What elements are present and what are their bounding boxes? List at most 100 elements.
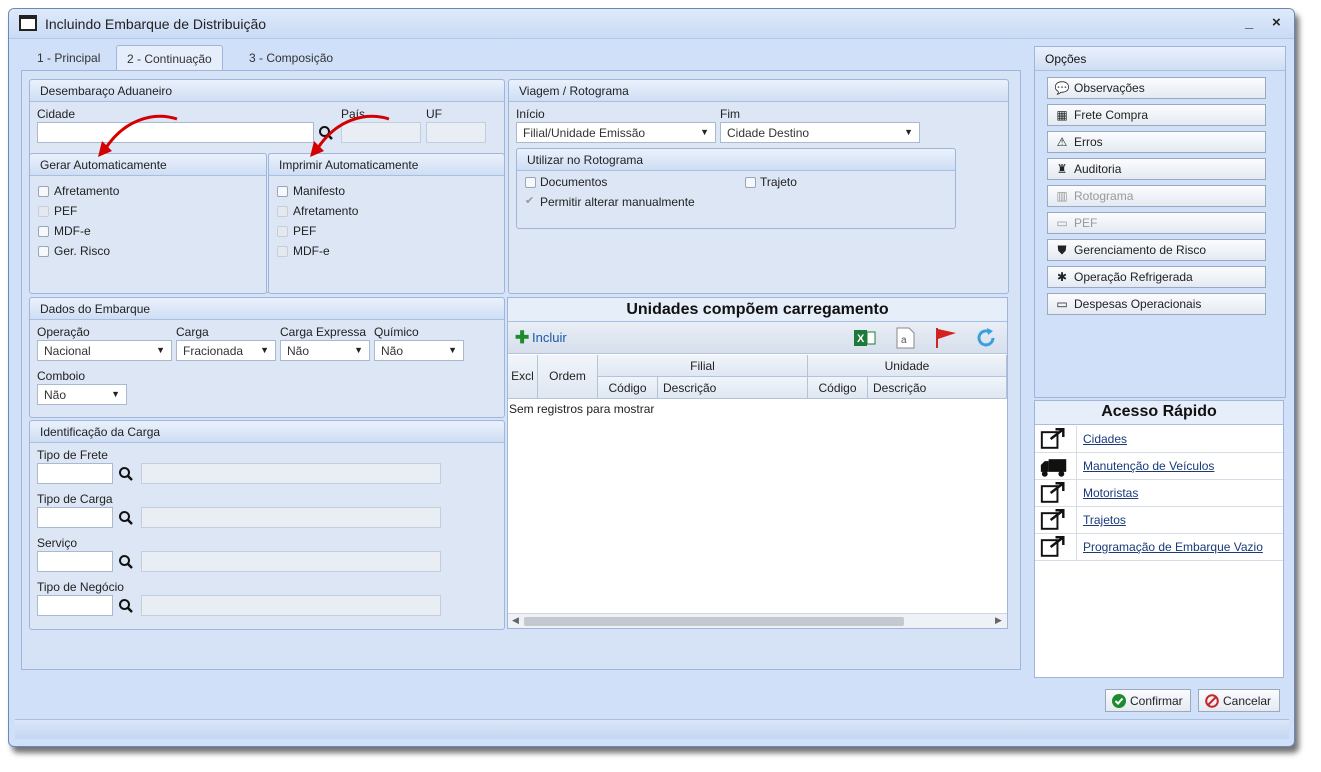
servico-input[interactable] <box>37 551 113 572</box>
col-filial-codigo[interactable]: Código <box>598 377 658 399</box>
fim-value: Cidade Destino <box>727 126 810 140</box>
carga-expressa-select[interactable]: Não ▼ <box>280 340 370 361</box>
search-icon[interactable] <box>118 466 134 482</box>
gerenciamento-risco-label: Gerenciamento de Risco <box>1074 243 1207 257</box>
operacao-refrigerada-label: Operação Refrigerada <box>1074 270 1193 284</box>
imp-mdfe-label: MDF-e <box>293 244 330 258</box>
afretamento-label: Afretamento <box>54 184 120 198</box>
tab-composicao[interactable]: 3 - Composição <box>239 45 343 71</box>
money-icon: ▭ <box>1056 297 1068 311</box>
external-link-icon <box>1040 534 1077 561</box>
quimico-select[interactable]: Não ▼ <box>374 340 464 361</box>
documentos-checkbox[interactable] <box>525 177 536 188</box>
pef-label: PEF <box>54 204 78 218</box>
ger-risco-checkbox[interactable] <box>38 246 49 257</box>
opcoes-title: Opções <box>1035 47 1285 71</box>
scrollbar-thumb[interactable] <box>524 617 904 626</box>
observacoes-button[interactable]: 💬 Observações <box>1047 77 1266 99</box>
imp-pef-checkbox <box>277 226 288 237</box>
motoristas-link[interactable]: Motoristas <box>1083 486 1138 500</box>
refresh-icon[interactable] <box>975 327 997 349</box>
trajeto-label: Trajeto <box>760 175 797 189</box>
pef-button[interactable]: ▭ PEF <box>1047 212 1266 234</box>
despesas-operacionais-button[interactable]: ▭ Despesas Operacionais <box>1047 293 1266 315</box>
rotograma-label: Rotograma <box>1074 189 1134 203</box>
quimico-label: Químico <box>374 325 419 339</box>
incluir-button[interactable]: Incluir <box>532 330 567 345</box>
imp-afretamento-label: Afretamento <box>293 204 359 218</box>
acesso-item[interactable]: Programação de Embarque Vazio <box>1035 534 1283 561</box>
flag-icon[interactable] <box>934 327 958 349</box>
gerenciamento-risco-button[interactable]: ⛊ Gerenciamento de Risco <box>1047 239 1266 261</box>
comboio-value: Não <box>44 388 67 402</box>
tipo-negocio-input[interactable] <box>37 595 113 616</box>
unidades-grid: Unidades compõem carregamento ✚ Incluir … <box>507 297 1008 629</box>
operacao-select[interactable]: Nacional ▼ <box>37 340 172 361</box>
acesso-item[interactable]: Trajetos <box>1035 507 1283 534</box>
inicio-select[interactable]: Filial/Unidade Emissão ▼ <box>516 122 716 143</box>
col-unidade-codigo[interactable]: Código <box>808 377 868 399</box>
confirmar-button[interactable]: Confirmar <box>1105 689 1191 712</box>
close-button[interactable]: × <box>1272 14 1281 31</box>
cancelar-button[interactable]: Cancelar <box>1198 689 1280 712</box>
erros-button[interactable]: ⚠ Erros <box>1047 131 1266 153</box>
horizontal-scrollbar[interactable]: ◀ ▶ <box>508 613 1007 628</box>
warning-icon: ⚠ <box>1056 135 1068 149</box>
viagem-title: Viagem / Rotograma <box>509 80 1008 102</box>
imprimir-panel: Imprimir Automaticamente Manifesto Afret… <box>268 153 505 294</box>
excel-icon[interactable]: X <box>854 328 876 348</box>
gerar-panel: Gerar Automaticamente Afretamento PEF MD… <box>29 153 267 294</box>
cidade-label: Cidade <box>37 107 76 121</box>
snowflake-icon: ✱ <box>1056 270 1068 284</box>
scroll-right-icon[interactable]: ▶ <box>995 615 1002 626</box>
chevron-down-icon: ▼ <box>156 345 165 355</box>
acesso-item[interactable]: Cidades <box>1035 426 1283 453</box>
comboio-select[interactable]: Não ▼ <box>37 384 127 405</box>
operacao-value: Nacional <box>44 344 91 358</box>
auditoria-label: Auditoria <box>1074 162 1122 176</box>
tab-principal[interactable]: 1 - Principal <box>27 45 110 71</box>
imp-afretamento-checkbox <box>277 206 288 217</box>
search-icon[interactable] <box>118 598 134 614</box>
window-title: Incluindo Embarque de Distribuição <box>45 16 267 32</box>
chevron-down-icon: ▼ <box>904 127 913 137</box>
trajetos-link[interactable]: Trajetos <box>1083 513 1126 527</box>
identificacao-title: Identificação da Carga <box>30 421 504 443</box>
col-unidade-descricao[interactable]: Descrição <box>868 377 1007 399</box>
manifesto-checkbox[interactable] <box>277 186 288 197</box>
acesso-item[interactable]: Motoristas <box>1035 480 1283 507</box>
search-icon[interactable] <box>118 510 134 526</box>
tipo-frete-label: Tipo de Frete <box>37 448 108 462</box>
dados-panel: Dados do Embarque Operação Nacional ▼ Car… <box>29 297 505 418</box>
col-filial-descricao[interactable]: Descrição <box>658 377 808 399</box>
col-ordem[interactable]: Ordem <box>538 355 598 399</box>
col-excl[interactable]: Excl <box>508 355 538 399</box>
annotation-arrow-icon <box>98 114 178 157</box>
search-icon[interactable] <box>118 554 134 570</box>
comment-icon: 💬 <box>1054 81 1070 95</box>
programacao-embarque-vazio-link[interactable]: Programação de Embarque Vazio <box>1083 540 1263 554</box>
tipo-carga-input[interactable] <box>37 507 113 528</box>
minimize-button[interactable]: _ <box>1245 14 1253 31</box>
manifesto-label: Manifesto <box>293 184 346 198</box>
viagem-panel: Viagem / Rotograma Início Filial/Unidade… <box>508 79 1009 294</box>
auditoria-button[interactable]: ♜ Auditoria <box>1047 158 1266 180</box>
trajeto-checkbox[interactable] <box>745 177 756 188</box>
mdfe-checkbox[interactable] <box>38 226 49 237</box>
cidades-link[interactable]: Cidades <box>1083 432 1127 446</box>
carga-select[interactable]: Fracionada ▼ <box>176 340 276 361</box>
rotograma-button[interactable]: ▥ Rotograma <box>1047 185 1266 207</box>
frete-compra-button[interactable]: ▦ Frete Compra <box>1047 104 1266 126</box>
chevron-down-icon: ▼ <box>448 345 457 355</box>
tab-continuacao[interactable]: 2 - Continuação <box>116 45 223 71</box>
frete-compra-label: Frete Compra <box>1074 108 1149 122</box>
scroll-left-icon[interactable]: ◀ <box>512 615 519 626</box>
tipo-frete-input[interactable] <box>37 463 113 484</box>
acesso-item[interactable]: Manutenção de Veículos <box>1035 453 1283 480</box>
operacao-refrigerada-button[interactable]: ✱ Operação Refrigerada <box>1047 266 1266 288</box>
document-text-icon[interactable]: a <box>895 327 917 349</box>
plus-icon: ✚ <box>515 328 530 347</box>
fim-select[interactable]: Cidade Destino ▼ <box>720 122 920 143</box>
manutencao-veiculos-link[interactable]: Manutenção de Veículos <box>1083 459 1214 473</box>
afretamento-checkbox[interactable] <box>38 186 49 197</box>
